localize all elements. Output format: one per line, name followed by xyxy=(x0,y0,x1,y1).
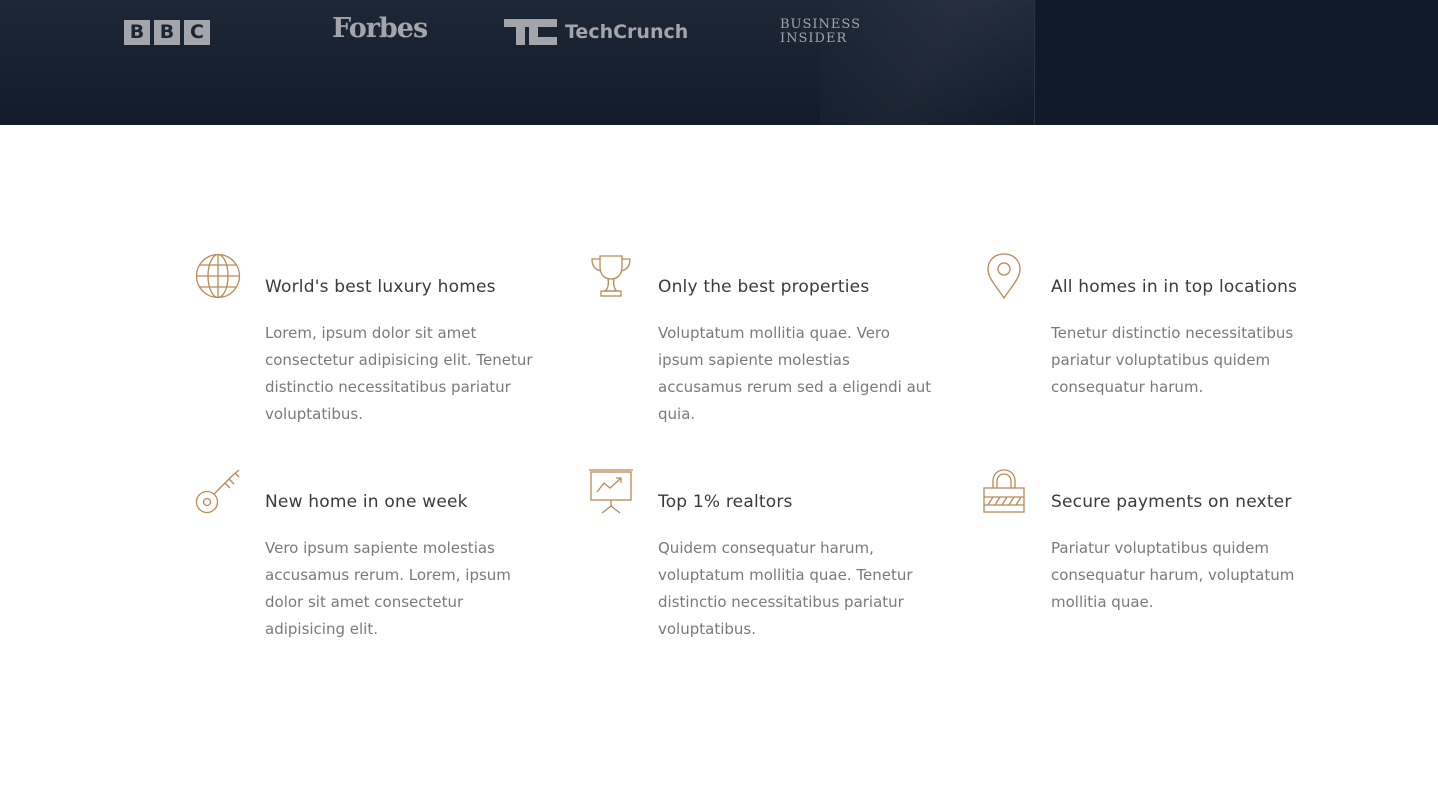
feature-text: Tenetur distinctio necessitatibus pariat… xyxy=(1051,324,1294,396)
feature-title: All homes in in top locations xyxy=(1051,277,1298,297)
business-insider-logo: Business Insider xyxy=(780,18,861,46)
business-insider-line1: Business xyxy=(780,17,861,32)
bbc-logo-letter: B xyxy=(124,20,150,45)
feature-text: Quidem consequatur harum, voluptatum mol… xyxy=(658,539,913,638)
techcrunch-logo-text: TechCrunch xyxy=(565,21,689,43)
feature-title: World's best luxury homes xyxy=(265,277,496,297)
key-icon xyxy=(195,468,241,514)
presentation-chart-icon xyxy=(588,468,634,514)
feature-item: Secure payments on nexter Pariatur volup… xyxy=(983,469,1351,616)
feature-title: Secure payments on nexter xyxy=(1051,492,1292,512)
feature-text: Vero ipsum sapiente molestias accusamus … xyxy=(265,539,511,638)
trophy-icon xyxy=(588,253,634,299)
forbes-logo: Forbes xyxy=(332,13,428,44)
feature-item: Top 1% realtors Quidem consequatur harum… xyxy=(589,469,958,643)
feature-item: All homes in in top locations Tenetur di… xyxy=(987,253,1351,401)
feature-text: Voluptatum mollitia quae. Vero ipsum sap… xyxy=(658,324,932,423)
features-section: World's best luxury homes Lorem, ipsum d… xyxy=(0,125,1438,785)
feature-item: Only the best properties Voluptatum moll… xyxy=(591,255,958,428)
bbc-logo-letter: C xyxy=(184,20,210,45)
map-pin-icon xyxy=(981,253,1027,299)
bbc-logo: B B C xyxy=(124,20,210,45)
bbc-logo-letter: B xyxy=(154,20,180,45)
techcrunch-mark-icon xyxy=(504,19,557,45)
feature-text: Lorem, ipsum dolor sit amet consectetur … xyxy=(265,324,533,423)
techcrunch-logo: TechCrunch xyxy=(504,19,688,45)
feature-item: World's best luxury homes Lorem, ipsum d… xyxy=(195,253,565,428)
globe-icon xyxy=(195,253,241,299)
feature-text: Pariatur voluptatibus quidem consequatur… xyxy=(1051,539,1295,611)
featured-in-bar: B B C Forbes TechCrunch Business Insider xyxy=(0,0,1438,125)
featured-right-panel xyxy=(1034,0,1438,125)
feature-title: Top 1% realtors xyxy=(658,492,793,512)
feature-title: New home in one week xyxy=(265,492,468,512)
feature-title: Only the best properties xyxy=(658,277,870,297)
business-insider-line2: Insider xyxy=(780,31,848,46)
feature-item: New home in one week Vero ipsum sapiente… xyxy=(195,469,565,643)
lock-icon xyxy=(981,468,1027,514)
